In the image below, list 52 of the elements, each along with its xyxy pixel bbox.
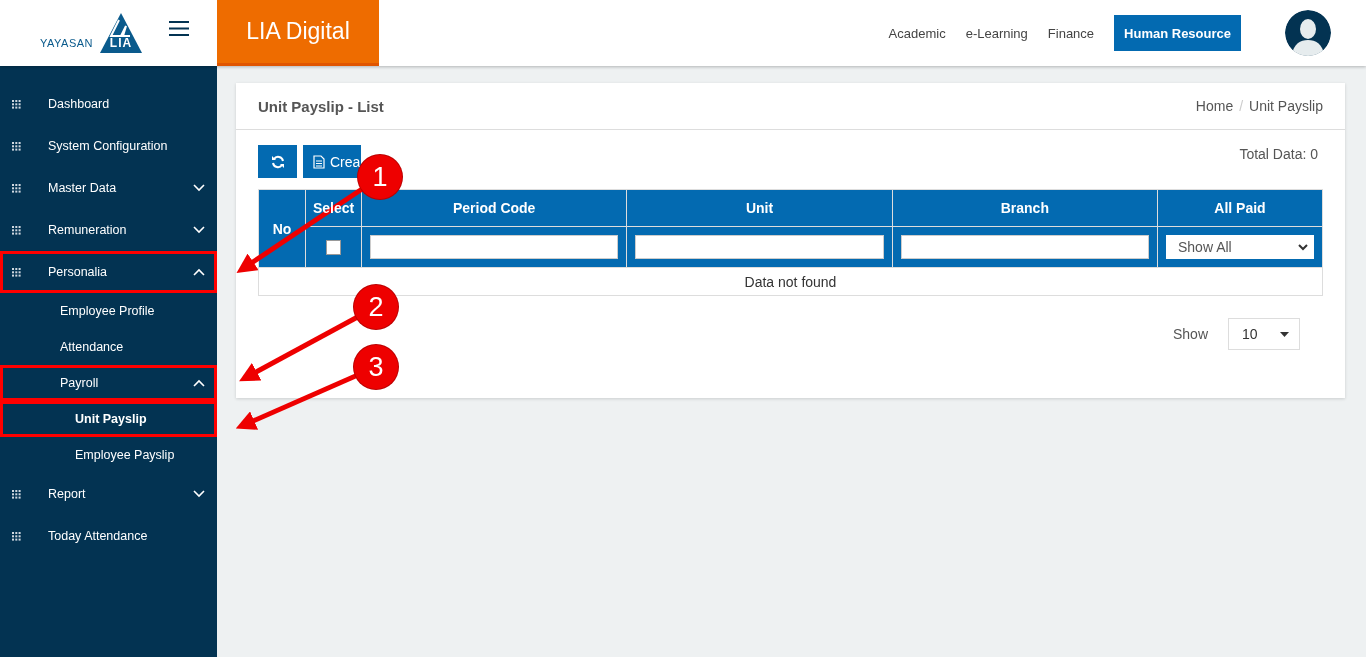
nav-tab[interactable]: Academic	[878, 15, 956, 51]
page-size-label: Show	[1172, 326, 1208, 342]
column-header: Branch	[1000, 200, 1049, 216]
avatar-icon[interactable]	[1285, 10, 1331, 56]
grid-icon	[12, 100, 21, 109]
logo-mark: LIA	[109, 36, 133, 52]
page-size-dropdown[interactable]: 10	[1228, 318, 1300, 350]
nav-tab[interactable]: e-Learning	[955, 15, 1038, 51]
grid-icon	[12, 268, 21, 277]
column-header: No	[272, 220, 292, 237]
sidebar-item[interactable]: Master Data	[0, 167, 217, 209]
filter-dropdown[interactable]: Show All	[1166, 235, 1314, 259]
nav-tab[interactable]: Human Resource	[1114, 15, 1241, 51]
chevron-down-icon	[1298, 243, 1308, 251]
sidebar-item[interactable]: Remuneration	[0, 209, 217, 251]
grid-icon	[12, 184, 21, 193]
sidebar-item[interactable]: Report	[0, 473, 217, 515]
create-button[interactable]: Crea	[303, 145, 361, 178]
sidebar-item[interactable]: System Configuration	[0, 125, 217, 167]
caret-down-icon	[1280, 331, 1289, 337]
grid-icon	[12, 226, 21, 235]
nav-tab[interactable]: Finance	[1037, 15, 1105, 51]
logo-text: YAYASAN	[40, 37, 94, 49]
grid-icon	[12, 532, 21, 541]
filter-field[interactable]	[635, 235, 884, 259]
refresh-button[interactable]	[258, 145, 297, 178]
sidebar-item[interactable]: Unit Payslip	[0, 401, 217, 437]
breadcrumb-item[interactable]: Home	[1195, 98, 1234, 114]
total-count: Total Data: 0	[1239, 145, 1319, 164]
grid-icon	[12, 142, 21, 151]
refresh-icon	[270, 154, 285, 169]
column-header: Period Code	[452, 200, 536, 216]
sidebar-item[interactable]: Attendance	[0, 329, 217, 365]
column-header: All Paid	[1214, 200, 1266, 216]
checkbox[interactable]	[326, 240, 341, 256]
grid-icon	[12, 490, 21, 499]
app-title: LIA Digital	[217, 0, 379, 66]
column-header: Unit	[745, 200, 774, 216]
sidebar-item[interactable]: Dashboard	[0, 83, 217, 125]
sidebar-item[interactable]: Today Attendance	[0, 515, 217, 557]
sidebar-item[interactable]: Payroll	[0, 365, 217, 401]
sidebar-item[interactable]: Personalia	[0, 251, 217, 293]
filter-field[interactable]	[900, 235, 1149, 259]
menu-icon[interactable]	[169, 20, 190, 36]
document-icon	[313, 154, 325, 169]
breadcrumb-separator-icon: /	[1239, 98, 1244, 114]
sidebar-item[interactable]: Employee Payslip	[0, 437, 217, 473]
filter-field[interactable]	[370, 235, 619, 259]
sidebar-item[interactable]: Employee Profile	[0, 293, 217, 329]
logo-triangle-icon	[99, 12, 144, 54]
page-title: Unit Payslip - List	[258, 97, 384, 115]
breadcrumb-item: Unit Payslip	[1249, 98, 1323, 114]
